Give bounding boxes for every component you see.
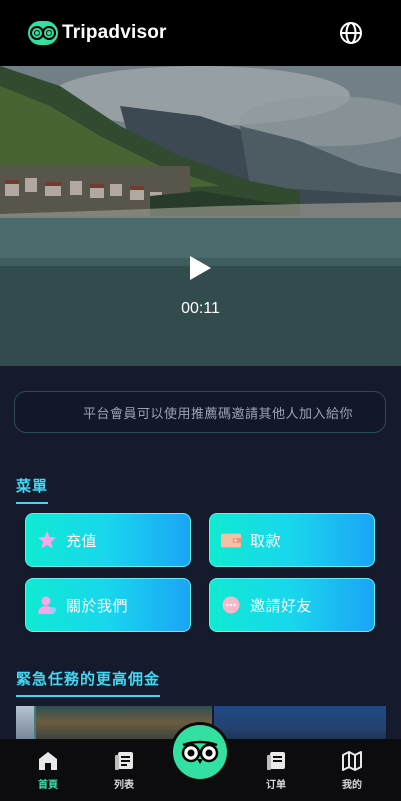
invite-friends-label: 邀請好友	[250, 596, 313, 615]
chat-icon	[220, 594, 242, 616]
tasks-title-text: 緊急任務的更高佣金	[16, 670, 161, 688]
top-header: Tripadvisor	[0, 0, 401, 66]
globe-icon[interactable]	[339, 21, 363, 45]
tasks-section-title: 緊急任務的更高佣金	[16, 668, 161, 697]
tripadvisor-owl-icon	[181, 740, 219, 764]
invite-friends-button[interactable]: 邀請好友	[209, 578, 375, 632]
title-underline	[16, 695, 161, 697]
recharge-label: 充值	[66, 531, 98, 550]
menu-title-text: 菜單	[16, 477, 49, 495]
nav-list-label: 列表	[114, 780, 134, 791]
nav-orders-label: 订单	[266, 780, 286, 791]
nav-home-label: 首頁	[38, 780, 58, 791]
menu-section-title: 菜單	[16, 475, 49, 504]
video-overlay	[0, 66, 401, 366]
map-icon	[342, 751, 362, 771]
announcement-marquee: 平台會員可以使用推薦碼邀請其他人加入給你	[14, 391, 386, 433]
nav-orders[interactable]: 订单	[246, 739, 306, 801]
star-icon	[36, 529, 58, 551]
nav-mine[interactable]: 我的	[322, 739, 382, 801]
video-timestamp: 00:11	[181, 300, 220, 317]
recharge-button[interactable]: 充值	[25, 513, 191, 567]
wallet-icon	[220, 529, 242, 551]
title-underline	[16, 502, 49, 504]
about-us-label: 關於我們	[66, 596, 129, 615]
tripadvisor-owl-icon	[28, 21, 58, 45]
home-icon	[39, 752, 57, 770]
withdraw-label: 取款	[250, 531, 282, 550]
announcement-text: 平台會員可以使用推薦碼邀請其他人加入給你	[83, 407, 354, 422]
app-root: Tripadvisor 00:11 平台會員可以使用推薦碼邀請其他人加入給你 菜…	[0, 0, 401, 801]
withdraw-button[interactable]: 取款	[209, 513, 375, 567]
nav-list[interactable]: 列表	[94, 739, 154, 801]
promo-video[interactable]: 00:11	[0, 66, 401, 366]
nav-mine-label: 我的	[342, 780, 362, 791]
brand-name: Tripadvisor	[62, 22, 167, 43]
about-us-button[interactable]: 關於我們	[25, 578, 191, 632]
nav-home[interactable]: 首頁	[18, 739, 78, 801]
list-icon	[115, 752, 133, 770]
user-icon	[36, 594, 58, 616]
play-icon[interactable]	[188, 255, 212, 281]
order-icon	[267, 752, 285, 770]
center-home-button[interactable]	[173, 725, 227, 779]
brand-logo[interactable]: Tripadvisor	[28, 21, 167, 45]
